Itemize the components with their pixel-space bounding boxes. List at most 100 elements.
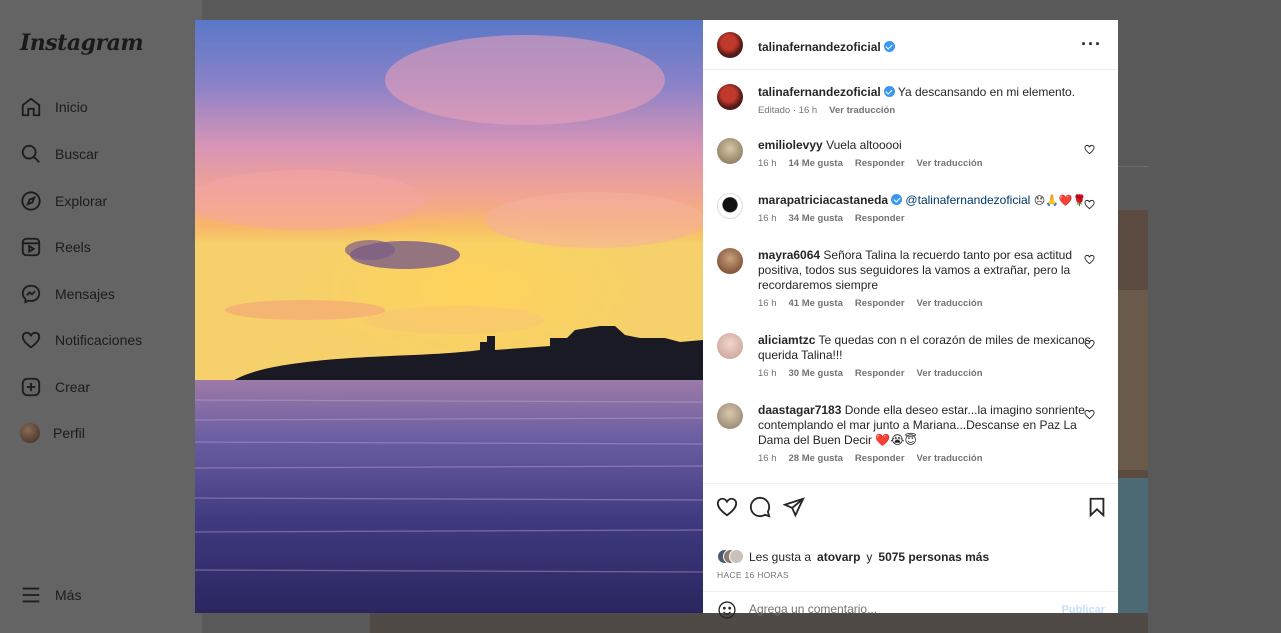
comment-time: 16 h [758,213,777,224]
sidebar-item-mensajes[interactable]: Mensajes [20,282,115,306]
sidebar-item-notificaciones[interactable]: Notificaciones [20,328,142,352]
feed-background-thumb-2 [1118,478,1148,633]
owner-avatar[interactable] [717,32,743,58]
owner-username[interactable]: talinafernandezoficial [758,40,881,54]
reels-icon [21,237,41,257]
emoji-icon[interactable] [717,600,737,620]
comment-likes[interactable]: 28 Me gusta [789,453,843,464]
comment-meta: 16 h 41 Me gusta Responder Ver traducció… [758,298,1097,309]
post-photo[interactable] [195,20,703,613]
comment-time: 16 h [758,298,777,309]
likes-others[interactable]: 5075 personas más [878,550,989,564]
comment-likes[interactable]: 41 Me gusta [789,298,843,309]
reply-link[interactable]: Responder [855,453,905,464]
comment-body: marapatriciacastaneda @talinafernandezof… [758,193,1097,208]
comment-body: daastagar7183 Donde ella deseo estar...l… [758,403,1097,448]
liker-username[interactable]: atovarp [817,550,860,564]
translate-link[interactable]: Ver traducción [917,158,983,169]
owner-username[interactable]: talinafernandezoficial [758,85,881,99]
avatar [20,423,40,443]
instagram-logo[interactable]: Instagram [20,30,144,56]
commenter-avatar[interactable] [717,248,743,274]
sidebar-item-buscar[interactable]: Buscar [20,142,99,166]
commenter-avatar[interactable] [717,193,743,219]
verified-badge-icon [883,86,895,97]
sidebar-item-reels[interactable]: Reels [20,235,91,259]
sidebar-item-perfil[interactable]: Perfil [20,421,85,445]
translate-link[interactable]: Ver traducción [829,105,895,116]
sidebar-item-mas[interactable]: Más [20,583,81,607]
plus-square-icon [21,377,41,397]
sidebar-item-crear[interactable]: Crear [20,375,90,399]
reply-link[interactable]: Responder [855,213,905,224]
post-details-panel: talinafernandezoficial ··· talinafernand… [703,20,1118,619]
sidebar-item-label: Buscar [55,146,99,162]
sunset-sea-image [195,20,703,613]
caption-body: talinafernandezoficial Ya descansando en… [758,84,1097,100]
commenter-username[interactable]: marapatriciacastaneda [758,193,888,207]
commenter-username[interactable]: emiliolevyy [758,138,823,152]
comment-body: emiliolevyy Vuela altooooi [758,138,1097,153]
owner-avatar[interactable] [717,84,743,110]
comment-item: marapatriciacastaneda @talinafernandezof… [717,193,1097,224]
sidebar-item-label: Más [55,587,82,603]
comment-time: 16 h [758,453,777,464]
commenter-username[interactable]: daastagar7183 [758,403,841,417]
like-comment-heart-icon[interactable] [1084,144,1095,155]
like-comment-heart-icon[interactable] [1084,339,1095,350]
comment-body: aliciamtzc Te quedas con n el corazón de… [758,333,1097,363]
translate-link[interactable]: Ver traducción [917,453,983,464]
menu-icon [22,587,40,603]
comment-item: daastagar7183 Donde ella deseo estar...l… [717,403,1097,464]
commenter-username[interactable]: aliciamtzc [758,333,815,347]
owner-username-wrap: talinafernandezoficial [758,38,895,56]
share-send-icon[interactable] [783,496,805,518]
sidebar-item-label: Inicio [55,99,88,115]
search-icon [21,144,40,163]
home-icon [21,97,41,117]
sidebar-item-inicio[interactable]: Inicio [20,95,88,119]
feed-background-thumb [1118,290,1148,470]
sidebar-item-explorar[interactable]: Explorar [20,189,107,213]
commenter-avatar[interactable] [717,333,743,359]
commenter-avatar[interactable] [717,138,743,164]
comment-body: mayra6064 Señora Talina la recuerdo tant… [758,248,1097,293]
verified-badge-icon [883,41,895,52]
like-comment-heart-icon[interactable] [1084,254,1095,265]
comment-input[interactable] [749,602,1049,616]
comment-bubble-icon[interactable] [749,496,771,518]
sidebar-item-label: Mensajes [55,286,115,302]
comment-time: 16 h [758,368,777,379]
sidebar-item-label: Crear [55,379,91,395]
feed-bottom-strip [370,613,1148,633]
commenter-username[interactable]: mayra6064 [758,248,820,262]
comment-item: emiliolevyy Vuela altooooi 16 h 14 Me gu… [717,138,1097,169]
publish-button[interactable]: Publicar [1062,604,1105,616]
comment-mention[interactable]: @talinafernandezoficial [905,193,1030,207]
comment-likes[interactable]: 14 Me gusta [789,158,843,169]
reply-link[interactable]: Responder [855,298,905,309]
comment-meta: 16 h 34 Me gusta Responder [758,213,1097,224]
caption-meta: Editado · 16 h Ver traducción [758,105,1097,116]
like-comment-heart-icon[interactable] [1084,409,1095,420]
like-comment-heart-icon[interactable] [1084,199,1095,210]
sidebar-item-label: Reels [55,239,91,255]
verified-badge-icon [891,194,903,205]
messenger-icon [21,284,41,304]
comment-likes[interactable]: 30 Me gusta [789,368,843,379]
comment-item: aliciamtzc Te quedas con n el corazón de… [717,333,1097,379]
comment-likes[interactable]: 34 Me gusta [789,213,843,224]
liker-avatars [717,549,744,564]
like-heart-icon[interactable] [716,496,738,518]
save-bookmark-icon[interactable] [1086,496,1108,518]
post-time: HACE 16 HORAS [717,570,789,580]
add-comment-bar: Publicar [703,591,1118,619]
translate-link[interactable]: Ver traducción [917,298,983,309]
comment-meta: 16 h 30 Me gusta Responder Ver traducció… [758,368,1097,379]
reply-link[interactable]: Responder [855,368,905,379]
translate-link[interactable]: Ver traducción [917,368,983,379]
more-options-icon[interactable]: ··· [1081,34,1102,55]
commenter-avatar[interactable] [717,403,743,429]
comment-meta: 16 h 14 Me gusta Responder Ver traducció… [758,158,1097,169]
reply-link[interactable]: Responder [855,158,905,169]
